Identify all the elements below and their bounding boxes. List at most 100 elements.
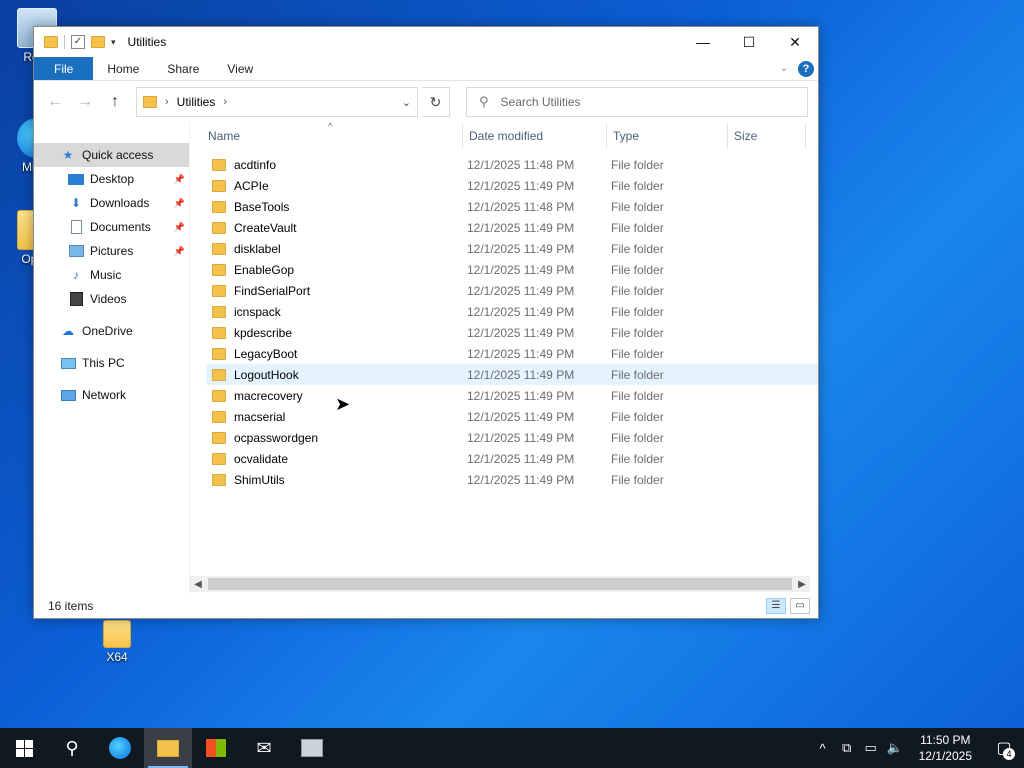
mouse-cursor-icon: ➤ [335,394,351,414]
nav-this-pc[interactable]: This PC [34,351,189,375]
nav-label: This PC [82,356,125,370]
nav-pictures[interactable]: Pictures 📌 [34,239,189,263]
table-row[interactable]: acdtinfo 12/1/2025 11:48 PM File folder [206,154,818,175]
table-row[interactable]: macserial 12/1/2025 11:49 PM File folder [206,406,818,427]
navigation-bar: ← → ↑ › Utilities › ⌄ ↻ ⚲ Search Utiliti… [34,81,818,123]
horizontal-scrollbar[interactable]: ◀ ▶ [190,576,810,592]
nav-onedrive[interactable]: ☁ OneDrive [34,319,189,343]
scroll-right-icon[interactable]: ▶ [794,579,810,590]
title-bar[interactable]: ✓ ▾ Utilities — ☐ ✕ [34,27,818,57]
nav-downloads[interactable]: ⬇ Downloads 📌 [34,191,189,215]
breadcrumb-utilities[interactable]: Utilities [177,95,216,109]
table-row[interactable]: LegacyBoot 12/1/2025 11:49 PM File folder [206,343,818,364]
nav-documents[interactable]: Documents 📌 [34,215,189,239]
status-bar: 16 items ☰ ▭ [34,594,818,618]
notification-count-badge: 4 [1003,748,1015,760]
search-icon: ⚲ [479,94,489,109]
up-button[interactable]: ↑ [102,89,128,115]
tab-view[interactable]: View [213,57,267,80]
tab-home[interactable]: Home [93,57,153,80]
large-icons-view-icon[interactable]: ▭ [790,598,810,614]
chevron-down-icon[interactable]: ⌄ [402,96,411,109]
folder-icon [212,242,226,255]
file-date: 12/1/2025 11:49 PM [467,451,575,466]
table-row[interactable]: icnspack 12/1/2025 11:49 PM File folder [206,301,818,322]
nav-music[interactable]: ♪ Music [34,263,189,287]
pin-icon[interactable]: 📌 [174,246,185,257]
table-row[interactable]: disklabel 12/1/2025 11:49 PM File folder [206,238,818,259]
minimize-button[interactable]: — [680,27,726,57]
taskbar-mail[interactable]: ✉ [240,728,288,768]
column-header-type[interactable]: Type [607,123,728,149]
table-row[interactable]: ACPIe 12/1/2025 11:49 PM File folder [206,175,818,196]
table-row[interactable]: BaseTools 12/1/2025 11:48 PM File folder [206,196,818,217]
taskbar-edge[interactable] [96,728,144,768]
breadcrumb-separator-icon[interactable]: › [165,96,169,108]
close-button[interactable]: ✕ [772,27,818,57]
table-row[interactable]: kpdescribe 12/1/2025 11:49 PM File folder [206,322,818,343]
table-row[interactable]: ocvalidate 12/1/2025 11:49 PM File folder [206,448,818,469]
table-row[interactable]: LogoutHook 12/1/2025 11:49 PM File folder [206,364,818,385]
pin-icon[interactable]: 📌 [174,198,185,209]
expand-ribbon-icon[interactable]: ⌄ [780,63,788,74]
taskbar-store[interactable] [192,728,240,768]
back-button[interactable]: ← [42,89,68,115]
table-row[interactable]: FindSerialPort 12/1/2025 11:49 PM File fol… [206,280,818,301]
network-status-icon[interactable]: ▭ [859,740,883,756]
column-header-name[interactable]: Name [190,123,463,149]
tab-file[interactable]: File [34,57,94,80]
table-row[interactable]: macrecovery 12/1/2025 11:49 PM File folder [206,385,818,406]
scroll-left-icon[interactable]: ◀ [190,579,206,590]
nav-network[interactable]: Network [34,383,189,407]
details-view-icon[interactable]: ☰ [766,598,786,614]
clock[interactable]: 11:50 PM 12/1/2025 [907,732,984,764]
nav-desktop[interactable]: Desktop 📌 [34,167,189,191]
address-bar[interactable]: › Utilities › ⌄ [136,87,418,117]
notification-center-button[interactable]: ▢ 4 [984,728,1024,768]
volume-muted-icon[interactable]: 🔈 [883,740,907,756]
file-name: macrecovery [234,388,303,403]
table-row[interactable]: ocpasswordgen 12/1/2025 11:49 PM File fold… [206,427,818,448]
search-button[interactable]: ⚲ [48,728,96,768]
refresh-button[interactable]: ↻ [422,87,450,117]
file-date: 12/1/2025 11:49 PM [467,346,575,361]
folder-icon [212,200,226,213]
column-header-size[interactable]: Size [728,123,806,149]
help-icon[interactable]: ? [798,60,814,77]
file-date: 12/1/2025 11:48 PM [467,199,575,214]
taskbar-app[interactable] [288,728,336,768]
taskbar-file-explorer[interactable] [144,728,192,768]
nav-videos[interactable]: Videos [34,287,189,311]
file-name: kpdescribe [234,325,293,340]
nav-quick-access[interactable]: ★ Quick access [34,143,189,167]
file-type: File folder [611,325,664,340]
file-name: FindSerialPort [234,283,311,298]
file-type: File folder [611,220,664,235]
item-count: 16 items [48,599,94,613]
tab-share[interactable]: Share [153,57,213,80]
scrollbar-thumb[interactable] [208,578,792,590]
table-row[interactable]: CreateVault 12/1/2025 11:49 PM File folder [206,217,818,238]
table-row[interactable]: EnableGop 12/1/2025 11:49 PM File folder [206,259,818,280]
window-title: Utilities [127,35,167,49]
start-button[interactable] [0,728,48,768]
maximize-button[interactable]: ☐ [726,27,772,57]
desktop-icon-x64[interactable]: X64 [82,620,152,664]
file-type: File folder [611,157,664,172]
folder-icon [212,179,226,192]
pin-icon[interactable]: 📌 [174,174,185,185]
new-folder-icon[interactable] [91,36,105,48]
file-type: File folder [611,262,664,277]
chevron-down-icon[interactable]: ▾ [111,37,116,48]
meet-now-icon[interactable]: ⧉ [835,740,859,756]
forward-button[interactable]: → [72,89,98,115]
table-row[interactable]: ShimUtils 12/1/2025 11:49 PM File folder [206,469,818,490]
chevron-up-icon[interactable]: ^ [811,741,835,756]
column-header-date[interactable]: Date modified [463,123,607,149]
file-date: 12/1/2025 11:49 PM [467,178,575,193]
properties-icon[interactable]: ✓ [71,35,85,49]
search-input[interactable]: ⚲ Search Utilities [466,87,808,117]
nav-label: Pictures [90,244,134,258]
pin-icon[interactable]: 📌 [174,222,185,233]
breadcrumb-separator-icon[interactable]: › [223,96,227,108]
